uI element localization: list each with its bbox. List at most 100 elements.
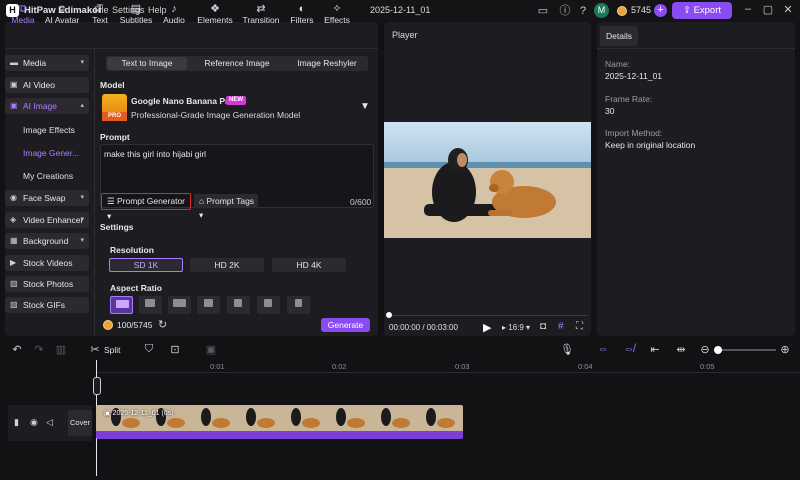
play-icon[interactable]: ▶ [483,321,491,334]
sidebar-item-stock-videos[interactable]: ▶ Stock Videos [5,255,89,271]
freeze-icon[interactable]: ▣ [204,343,218,356]
sidebar-item-media[interactable]: ▬ Media ▾ [5,55,89,71]
face-swap-icon: ◉ [10,193,17,202]
aspect-ratio-option[interactable] [168,296,191,314]
tab-media[interactable]: ⧉ Media [3,3,43,25]
aspect-ratio-option[interactable] [227,296,250,314]
tab-subtitles[interactable]: ▤ Subtitles [116,3,156,25]
track-icon[interactable]: ⇹ [674,343,688,356]
sidebar-item-ai-image[interactable]: ▣ AI Image ▴ [5,98,89,114]
aspect-ratio-option[interactable] [287,296,310,314]
maximize-icon[interactable]: ▢ [761,3,775,16]
ruler-tick: 0:03 [455,362,470,371]
redo-icon[interactable]: ↷ [32,343,46,356]
delete-icon[interactable]: ▥ [54,343,68,356]
sidebar-item-background[interactable]: ▦ Background ▾ [5,233,89,249]
sidebar-item-face-swap[interactable]: ◉ Face Swap ▾ [5,190,89,206]
split-label[interactable]: Split [104,345,121,355]
add-credits-button[interactable]: + [654,4,667,17]
aspect-ratio-dropdown[interactable]: ▸ 16:9 ▾ [502,323,530,332]
sidebar-item-ai-video[interactable]: ▣ AI Video [5,77,89,93]
aspect-ratio-option[interactable] [139,296,162,314]
undo-icon[interactable]: ↶ [10,343,24,356]
prompt-text: make this girl into hijabi girl [104,149,207,159]
sidebar-item-stock-photos[interactable]: ▨ Stock Photos [5,276,89,292]
model-description: Professional-Grade Image Generation Mode… [131,110,301,120]
tab-details[interactable]: Details [600,26,638,46]
link-icon[interactable]: ⇔ [596,343,610,355]
tab-label: Transition [242,15,280,25]
frame-rate-value: 30 [605,106,615,116]
sidebar-item-label: Face Swap [23,193,66,203]
prompt-tags-label: Prompt Tags [206,196,255,206]
tab-effects[interactable]: ✧ Effects [317,3,357,25]
prompt-generator-button[interactable]: ☰ Prompt Generator ▾ [101,193,191,221]
tab-elements[interactable]: ❖ Elements [195,3,235,25]
aspect-ratio-option[interactable] [257,296,280,314]
tab-transition[interactable]: ⇄ Transition [241,3,281,25]
sidebar-item-label: Video Enhancer [23,215,84,225]
resolution-sd-1k[interactable]: SD 1K [109,258,183,272]
model-name: Google Nano Banana Pro [131,96,234,106]
export-label: Export [693,5,722,16]
tab-filters[interactable]: ◐ Filters [282,3,322,25]
ratio-shape-icon [116,300,129,308]
shield-icon[interactable]: ⛉ [142,343,156,356]
resolution-hd-4k[interactable]: HD 4K [272,258,346,272]
aspect-ratio-option[interactable] [110,296,133,314]
layout-icon[interactable]: ▭ [536,4,550,18]
tab-ai-avatar[interactable]: ☺ AI Avatar [42,3,82,25]
zoom-out-icon[interactable]: ⊖ [698,343,712,356]
chevron-down-icon[interactable]: ▼ [360,101,370,112]
export-button[interactable]: ⇪ Export [672,2,732,19]
info-icon[interactable]: ⓘ [558,4,572,18]
sidebar-item-video-enhancer[interactable]: ◈ Video Enhancer ▾ [5,212,89,228]
divider [96,372,800,373]
avatar[interactable]: M [594,3,609,18]
prompt-tags-button[interactable]: ⌂ Prompt Tags ▾ [194,194,258,220]
zoom-in-icon[interactable]: ⊕ [778,343,792,356]
mode-reference-image[interactable]: Reference Image [192,57,282,70]
video-clip[interactable]: ▣ 2025-12-11_01 (0s) [96,405,463,439]
aspect-ratio-option[interactable] [197,296,220,314]
mode-image-reshyler[interactable]: Image Reshyler [287,57,367,70]
zoom-slider[interactable] [716,349,776,351]
split-icon[interactable]: ✂ [88,343,102,356]
caret-down-icon: ▾ [107,211,112,221]
subitem-image-generator[interactable]: Image Gener... [23,148,79,158]
volume-icon[interactable]: ◁ [46,417,53,428]
generate-button[interactable]: Generate [321,318,370,332]
model-thumbnail: PRO [102,94,127,121]
tab-audio[interactable]: ♪ Audio [154,3,194,25]
sidebar-item-stock-gifs[interactable]: ▧ Stock GIFs [5,297,89,313]
subitem-my-creations[interactable]: My Creations [23,171,73,181]
tab-label: Media [11,15,35,25]
zoom-slider-handle[interactable] [714,346,722,354]
clip-label-text: 2025-12-11_01 (0s) [112,410,174,417]
grid-icon[interactable]: # [558,321,564,332]
resolution-hd-2k[interactable]: HD 2K [190,258,264,272]
tab-text[interactable]: T Text [80,3,120,25]
refresh-icon[interactable]: ↻ [158,318,167,331]
tab-label: Text [92,15,108,25]
clip-label: ▣ 2025-12-11_01 (0s) [104,409,174,417]
playhead-marker[interactable] [93,377,101,395]
magnet-icon[interactable]: ⇎ [622,343,636,355]
cover-button[interactable]: Cover [68,410,92,436]
mode-text-to-image[interactable]: Text to Image [107,57,187,70]
subitem-image-effects[interactable]: Image Effects [23,125,75,135]
text-tool-icon[interactable]: ⊡ [168,343,182,356]
playhead-handle[interactable] [386,312,392,318]
fit-icon[interactable]: ⇤ [648,343,662,356]
help-icon[interactable]: ? [576,4,590,18]
camera-icon[interactable]: ◘ [540,321,546,332]
chevron-down-icon: ▾ [80,59,84,66]
tab-label: AI Avatar [44,15,80,25]
eye-icon[interactable]: ◉ [30,417,38,428]
fullscreen-icon[interactable]: ⛶ [576,321,583,332]
lock-icon[interactable]: ▮ [14,417,19,428]
microphone-icon[interactable]: 🎙 [560,343,574,356]
playback-progress[interactable] [388,315,588,316]
close-icon[interactable]: ✕ [781,3,795,16]
minimize-icon[interactable]: – [741,3,755,15]
